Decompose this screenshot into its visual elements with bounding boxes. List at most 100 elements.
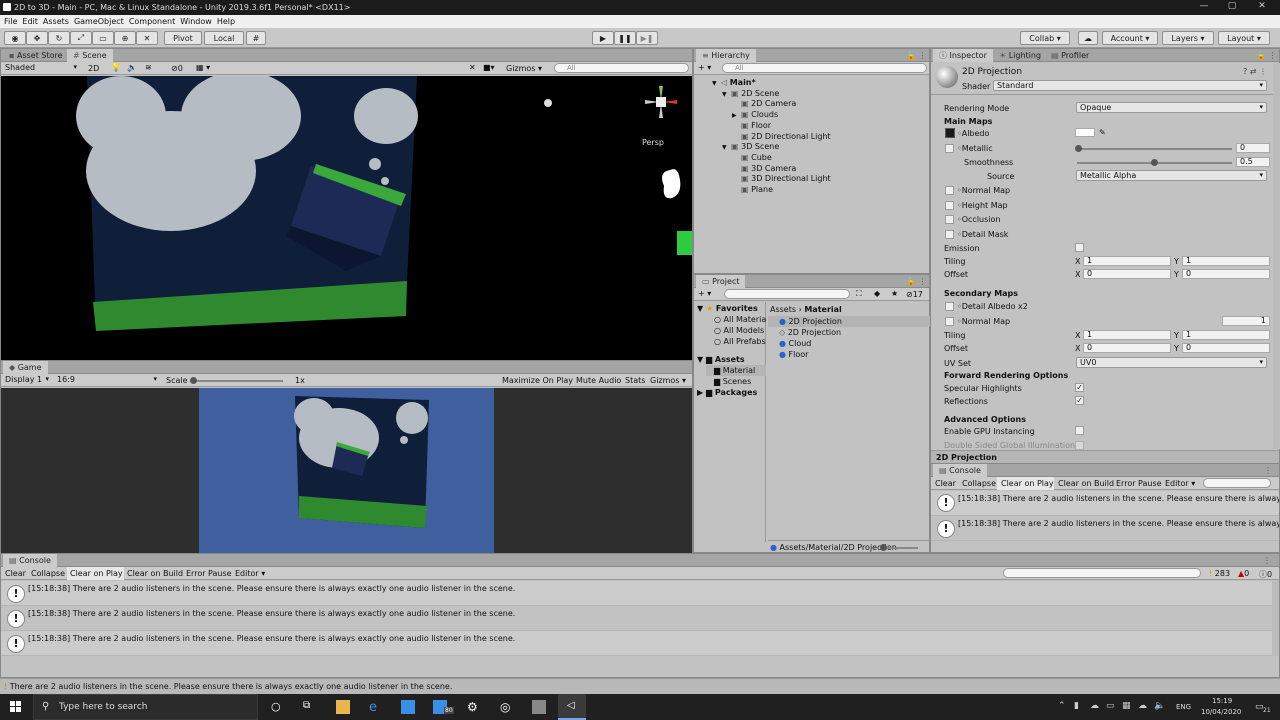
console-row[interactable]: ! [15:18:38] There are 2 audio listeners… bbox=[1, 631, 1279, 656]
hierarchy-item[interactable]: ▣ 2D Directional Light bbox=[732, 132, 831, 141]
layout-dropdown[interactable]: Layout ▾ bbox=[1218, 31, 1270, 45]
gizmos-dropdown[interactable]: Gizmos ▾ bbox=[506, 64, 542, 73]
shading-dropdown[interactable]: Shaded bbox=[2, 63, 80, 74]
unity-editor-taskbar-button[interactable]: ◁ bbox=[558, 694, 586, 720]
custom-tool-icon[interactable]: ✕ bbox=[136, 31, 158, 45]
game-viewport[interactable] bbox=[1, 388, 692, 553]
console-clear-button[interactable]: Clear bbox=[5, 569, 26, 578]
console-small-clear-on-play[interactable]: Clear on Play bbox=[1001, 479, 1054, 488]
breadcrumb-material[interactable]: Material bbox=[804, 305, 841, 314]
maximize-on-play-toggle[interactable]: Maximize On Play bbox=[502, 376, 573, 385]
folder-app-icon[interactable] bbox=[532, 700, 546, 714]
emission-checkbox[interactable] bbox=[1075, 243, 1084, 252]
metallic-slider[interactable] bbox=[1077, 148, 1232, 150]
hierarchy-item[interactable]: ▣ Cube bbox=[732, 153, 772, 162]
detail-mask-slot[interactable] bbox=[945, 230, 954, 239]
local-toggle[interactable]: Local bbox=[204, 31, 244, 45]
console-clear-on-build-toggle[interactable]: Clear on Build bbox=[127, 569, 183, 578]
secondary-tiling-x-field[interactable]: 1 bbox=[1083, 330, 1171, 340]
info-count-toggle[interactable]: ⓘ0 bbox=[1259, 569, 1272, 580]
project-lock-icon[interactable]: 🔒 ⋮ bbox=[906, 277, 927, 286]
move-tool-icon[interactable]: ✥ bbox=[26, 31, 48, 45]
console-small-row[interactable]: ! [15:18:38] There are 2 audio listeners… bbox=[931, 516, 1279, 541]
display-dropdown[interactable]: Display 1 bbox=[2, 375, 52, 386]
tab-scene[interactable]: # Scene bbox=[67, 49, 113, 62]
store-icon[interactable] bbox=[401, 700, 415, 714]
tab-console-small[interactable]: ▤ Console bbox=[933, 464, 987, 477]
metallic-slider-knob[interactable] bbox=[1075, 145, 1082, 152]
tab-console[interactable]: ▤ Console bbox=[3, 554, 57, 567]
console-small-menu-icon[interactable]: ⋮ bbox=[1264, 466, 1272, 475]
hierarchy-item[interactable]: ▣ Floor bbox=[732, 121, 771, 130]
console-collapse-button[interactable]: Collapse bbox=[31, 569, 65, 578]
scene-viewport[interactable]: Persp bbox=[1, 76, 692, 360]
occlusion-slot[interactable] bbox=[945, 215, 954, 224]
hierarchy-item[interactable]: ▼ ▣ 2D Scene bbox=[722, 89, 779, 98]
file-cloud[interactable]: ● Cloud bbox=[779, 339, 811, 348]
edge-icon[interactable]: e bbox=[369, 700, 383, 715]
pause-button[interactable]: ❚❚ bbox=[614, 31, 636, 45]
file-explorer-icon[interactable] bbox=[336, 700, 350, 714]
hidden-packages-count[interactable]: ⊘17 bbox=[906, 290, 923, 299]
rotate-tool-icon[interactable]: ↻ bbox=[48, 31, 70, 45]
hierarchy-search-input[interactable]: All bbox=[722, 63, 927, 73]
task-view-icon[interactable]: ⧉ bbox=[303, 700, 317, 714]
console-small-clear-on-build[interactable]: Clear on Build bbox=[1058, 479, 1114, 488]
search-by-type-icon[interactable]: ⛶ bbox=[856, 289, 862, 299]
hierarchy-item[interactable]: ▣ 2D Camera bbox=[732, 99, 796, 108]
menu-file[interactable]: File bbox=[4, 17, 17, 26]
expand-arrow-icon[interactable]: ▼ bbox=[712, 80, 721, 87]
play-button[interactable]: ▶ bbox=[592, 31, 614, 45]
account-dropdown[interactable]: Account ▾ bbox=[1102, 31, 1158, 45]
maximize-button[interactable]: ▢ bbox=[1222, 1, 1242, 14]
expand-arrow-icon[interactable]: ▼ bbox=[722, 91, 731, 98]
smoothness-value-field[interactable]: 0.5 bbox=[1236, 157, 1270, 167]
orientation-gizmo[interactable] bbox=[641, 82, 681, 122]
tab-hierarchy[interactable]: ≡ Hierarchy bbox=[696, 49, 756, 62]
console-small-clear[interactable]: Clear bbox=[935, 479, 956, 488]
inspector-scrollbar[interactable] bbox=[1273, 63, 1280, 449]
shader-dropdown[interactable]: Standard bbox=[993, 80, 1267, 91]
detail-albedo-slot[interactable] bbox=[945, 302, 954, 311]
windows-start-icon[interactable] bbox=[10, 701, 22, 713]
source-dropdown[interactable]: Metallic Alpha bbox=[1076, 170, 1267, 181]
project-search-input[interactable] bbox=[724, 289, 850, 299]
favorite-all-models[interactable]: ○ All Models bbox=[714, 326, 764, 335]
grid-toggle-icon[interactable]: ▦ ▾ bbox=[196, 63, 210, 72]
effects-toggle-icon[interactable]: ≋ bbox=[145, 63, 152, 72]
hierarchy-item[interactable]: ▣ Plane bbox=[732, 185, 773, 194]
persp-label[interactable]: Persp bbox=[642, 138, 664, 147]
layers-dropdown[interactable]: Layers ▾ bbox=[1162, 31, 1214, 45]
metallic-texture-slot[interactable] bbox=[945, 144, 954, 153]
stats-toggle[interactable]: Stats bbox=[625, 376, 645, 385]
console-small-error-pause[interactable]: Error Pause bbox=[1116, 479, 1162, 488]
secondary-offset-y-field[interactable]: 0 bbox=[1182, 343, 1270, 353]
hierarchy-item[interactable]: ▣ 3D Directional Light bbox=[732, 174, 831, 183]
hierarchy-item[interactable]: ▼ ◁ Main* bbox=[712, 78, 756, 87]
mute-audio-toggle[interactable]: Mute Audio bbox=[576, 376, 621, 385]
console-small-editor-dropdown[interactable]: Editor ▾ bbox=[1165, 479, 1195, 488]
tab-asset-store[interactable]: ▪ Asset Store bbox=[3, 49, 69, 62]
inspector-lock-icon[interactable]: 🔒 ⋮ bbox=[1256, 51, 1277, 60]
console-small-collapse[interactable]: Collapse bbox=[962, 479, 996, 488]
tray-cloud-icon[interactable]: ☁ bbox=[1138, 701, 1147, 711]
console-search-input[interactable] bbox=[1003, 568, 1201, 578]
rect-tool-icon[interactable]: ▭ bbox=[92, 31, 114, 45]
offset-x-field[interactable]: 0 bbox=[1083, 269, 1171, 279]
create-dropdown[interactable]: + ▾ bbox=[698, 63, 711, 72]
tab-inspector[interactable]: ⓘ Inspector bbox=[933, 49, 993, 62]
console-editor-dropdown[interactable]: Editor ▾ bbox=[235, 569, 265, 578]
tab-profiler[interactable]: ▤ Profiler bbox=[1045, 49, 1095, 62]
icon-size-knob[interactable] bbox=[880, 544, 887, 551]
aspect-dropdown[interactable]: 16:9 bbox=[54, 375, 160, 386]
hierarchy-item[interactable]: ▼ ▣ 3D Scene bbox=[722, 142, 779, 151]
secondary-offset-x-field[interactable]: 0 bbox=[1083, 343, 1171, 353]
favorite-icon[interactable]: ★ bbox=[891, 289, 898, 298]
close-button[interactable]: ✕ bbox=[1252, 1, 1272, 14]
normal-map-slot[interactable] bbox=[945, 186, 954, 195]
tray-network-icon[interactable]: ▦ bbox=[1122, 701, 1131, 711]
hierarchy-lock-icon[interactable]: 🔒 ⋮ bbox=[906, 51, 927, 60]
cortana-icon[interactable]: ○ bbox=[271, 700, 285, 714]
hierarchy-item[interactable]: ▶ ▣ Clouds bbox=[732, 110, 778, 119]
favorite-all-prefabs[interactable]: ○ All Prefabs bbox=[714, 337, 766, 346]
